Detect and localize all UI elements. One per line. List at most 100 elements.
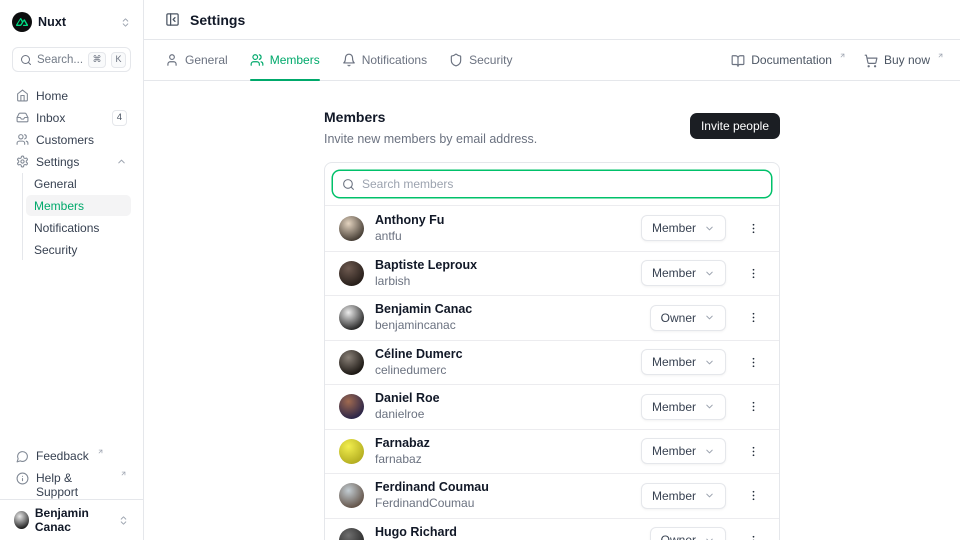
book-icon xyxy=(731,54,745,68)
member-name: Anthony Fu xyxy=(375,214,444,228)
member-role-select[interactable]: Member xyxy=(641,349,726,375)
sidebar-item-settings[interactable]: Settings xyxy=(12,151,131,172)
member-actions-menu-button[interactable] xyxy=(741,438,765,464)
member-username: FerdinandCoumau xyxy=(375,497,489,510)
sidebar-item-security[interactable]: Security xyxy=(26,239,131,260)
info-circle-icon xyxy=(16,472,29,485)
sidebar-item-label: Members xyxy=(34,199,84,213)
external-link-icon xyxy=(97,448,104,455)
member-actions-menu-button[interactable] xyxy=(741,349,765,375)
sidebar-item-members[interactable]: Members xyxy=(26,195,131,216)
member-actions-menu-button[interactable] xyxy=(741,305,765,331)
member-role-value: Member xyxy=(652,444,696,458)
sidebar-item-label: Notifications xyxy=(34,221,99,235)
sidebar-item-label: General xyxy=(34,177,77,191)
member-role-value: Member xyxy=(652,400,696,414)
member-role-value: Owner xyxy=(661,311,696,325)
member-role-value: Member xyxy=(652,221,696,235)
sidebar-item-label: Settings xyxy=(36,155,79,169)
member-actions-menu-button[interactable] xyxy=(741,394,765,420)
feedback-label: Feedback xyxy=(36,449,89,463)
member-actions-menu-button[interactable] xyxy=(741,260,765,286)
members-card: Anthony Fu antfu Member xyxy=(324,162,780,540)
member-actions-menu-button[interactable] xyxy=(741,527,765,540)
nuxt-logo-icon xyxy=(12,12,32,32)
member-row: Benjamin Canac benjamincanac Owner xyxy=(325,295,779,340)
tab-label: Notifications xyxy=(362,53,427,67)
member-avatar xyxy=(339,528,364,540)
invite-people-button[interactable]: Invite people xyxy=(690,113,780,139)
member-username: farnabaz xyxy=(375,453,430,466)
member-role-select[interactable]: Member xyxy=(641,394,726,420)
member-name: Céline Dumerc xyxy=(375,348,463,362)
sidebar-item-label: Inbox xyxy=(36,111,65,125)
member-name: Baptiste Leproux xyxy=(375,259,477,273)
bell-icon xyxy=(342,53,356,67)
help-support-link[interactable]: Help & Support xyxy=(12,469,131,491)
sidebar-search[interactable]: ⌘ K xyxy=(12,47,131,72)
tab-notifications[interactable]: Notifications xyxy=(342,40,427,80)
ellipsis-vertical-icon xyxy=(747,267,760,280)
tab-label: Members xyxy=(270,53,320,67)
documentation-link[interactable]: Documentation xyxy=(731,52,846,68)
members-search-section xyxy=(325,163,779,206)
sidebar-nav: Home Inbox 4 Customers Settings Genera xyxy=(12,85,131,261)
settings-subnav: General Members Notifications Security xyxy=(22,173,131,260)
feedback-link[interactable]: Feedback xyxy=(12,447,131,469)
chevron-up-icon xyxy=(116,156,127,167)
help-support-label: Help & Support xyxy=(36,471,112,499)
member-role-select[interactable]: Member xyxy=(641,215,726,241)
sidebar-item-notifications[interactable]: Notifications xyxy=(26,217,131,238)
member-role-select[interactable]: Member xyxy=(641,260,726,286)
member-username: celinedumerc xyxy=(375,364,463,377)
buy-now-link[interactable]: Buy now xyxy=(864,52,944,68)
chevron-down-icon xyxy=(704,223,715,234)
member-avatar xyxy=(339,261,364,286)
sidebar-item-general[interactable]: General xyxy=(26,173,131,194)
members-list: Anthony Fu antfu Member xyxy=(325,206,779,540)
member-row: Hugo Richard hugorcd Owner xyxy=(325,518,779,540)
settings-tabbar: General Members Notifications Security xyxy=(144,40,960,81)
sidebar-item-inbox[interactable]: Inbox 4 xyxy=(12,107,131,128)
sidebar: Nuxt ⌘ K Home Inbox 4 xyxy=(0,0,144,540)
tab-security[interactable]: Security xyxy=(449,40,512,80)
member-role-value: Member xyxy=(652,355,696,369)
kbd-cmd: ⌘ xyxy=(88,52,106,68)
tab-members[interactable]: Members xyxy=(250,40,320,80)
member-row: Baptiste Leproux larbish Member xyxy=(325,251,779,296)
sidebar-item-customers[interactable]: Customers xyxy=(12,129,131,150)
collapse-sidebar-button[interactable] xyxy=(165,12,180,27)
external-link-icon xyxy=(937,52,944,59)
chevron-down-icon xyxy=(704,535,715,540)
header-links: Documentation Buy now xyxy=(731,40,944,80)
tab-label: General xyxy=(185,53,228,67)
member-actions-menu-button[interactable] xyxy=(741,215,765,241)
user-menu[interactable]: Benjamin Canac xyxy=(12,508,131,532)
section-subtitle: Invite new members by email address. xyxy=(324,132,537,146)
member-avatar xyxy=(339,350,364,375)
search-icon xyxy=(20,54,32,66)
sidebar-item-home[interactable]: Home xyxy=(12,85,131,106)
inbox-count-badge: 4 xyxy=(112,110,127,126)
member-row: Céline Dumerc celinedumerc Member xyxy=(325,340,779,385)
member-username: danielroe xyxy=(375,408,440,421)
member-row: Daniel Roe danielroe Member xyxy=(325,384,779,429)
members-search-input[interactable] xyxy=(362,177,762,191)
chevrons-up-down-icon xyxy=(118,515,129,526)
member-name: Daniel Roe xyxy=(375,392,440,406)
members-search[interactable] xyxy=(333,171,771,197)
member-role-select[interactable]: Owner xyxy=(650,305,726,331)
member-role-select[interactable]: Member xyxy=(641,483,726,509)
member-role-select[interactable]: Owner xyxy=(650,527,726,540)
sidebar-search-input[interactable] xyxy=(37,54,83,66)
chat-bubble-icon xyxy=(16,450,29,463)
users-icon xyxy=(16,133,29,146)
workspace-switcher[interactable]: Nuxt xyxy=(12,10,131,34)
member-actions-menu-button[interactable] xyxy=(741,483,765,509)
tab-general[interactable]: General xyxy=(165,40,228,80)
user-icon xyxy=(165,53,179,67)
member-role-select[interactable]: Member xyxy=(641,438,726,464)
ellipsis-vertical-icon xyxy=(747,222,760,235)
member-avatar xyxy=(339,305,364,330)
member-name: Hugo Richard xyxy=(375,526,457,540)
